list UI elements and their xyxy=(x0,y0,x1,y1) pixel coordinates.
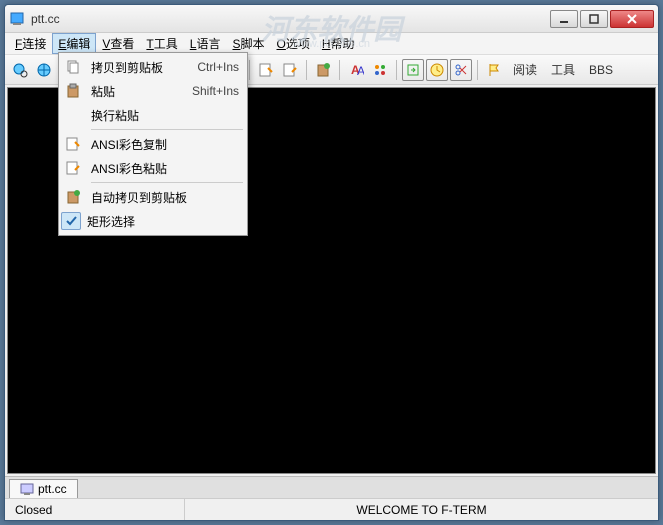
menu-newline-paste[interactable]: 换行粘贴 xyxy=(61,103,245,127)
toolbar-separator xyxy=(477,60,478,80)
toolbar-separator xyxy=(306,60,307,80)
globe-search-icon[interactable] xyxy=(9,59,31,81)
ansi-paste-icon xyxy=(61,157,85,179)
bbs-button[interactable]: BBS xyxy=(583,63,619,77)
svg-text:A: A xyxy=(357,64,364,78)
auto-clipboard-icon[interactable] xyxy=(312,59,334,81)
status-message: WELCOME TO F-TERM xyxy=(185,499,658,520)
close-button[interactable] xyxy=(610,10,654,28)
menu-help[interactable]: H帮助 xyxy=(316,33,361,54)
square-arrow-icon[interactable] xyxy=(402,59,424,81)
menu-edit[interactable]: E编辑 xyxy=(52,33,96,54)
menu-tools[interactable]: T工具 xyxy=(140,33,183,54)
connection-status: Closed xyxy=(5,499,185,520)
menu-separator xyxy=(91,129,243,130)
scissors-icon[interactable] xyxy=(450,59,472,81)
titlebar[interactable]: ptt.cc xyxy=(5,5,658,33)
app-icon xyxy=(9,11,25,27)
paste-icon xyxy=(61,80,85,102)
tabbar: ptt.cc xyxy=(5,476,658,498)
toolbar-separator xyxy=(396,60,397,80)
menu-auto-copy[interactable]: 自动拷贝到剪贴板 xyxy=(61,185,245,209)
globe-icon[interactable] xyxy=(33,59,55,81)
ansi-copy-icon xyxy=(61,133,85,155)
statusbar: Closed WELCOME TO F-TERM xyxy=(5,498,658,520)
gear-dots-icon[interactable] xyxy=(369,59,391,81)
check-icon xyxy=(61,212,81,230)
edit-dropdown: 拷贝到剪贴板 Ctrl+Ins 粘贴 Shift+Ins 换行粘贴 ANSI彩色… xyxy=(58,52,248,236)
menu-paste[interactable]: 粘贴 Shift+Ins xyxy=(61,79,245,103)
copy-icon xyxy=(61,56,85,78)
tools-button[interactable]: 工具 xyxy=(545,61,581,78)
font-icon[interactable]: AA xyxy=(345,59,367,81)
toolbar-separator xyxy=(339,60,340,80)
terminal-icon xyxy=(20,483,34,495)
session-tab[interactable]: ptt.cc xyxy=(9,479,78,498)
maximize-button[interactable] xyxy=(580,10,608,28)
menu-view[interactable]: V查看 xyxy=(96,33,140,54)
flag-icon[interactable] xyxy=(483,59,505,81)
menu-script[interactable]: S脚本 xyxy=(226,33,270,54)
menu-separator xyxy=(91,182,243,183)
menu-ansi-copy[interactable]: ANSI彩色复制 xyxy=(61,132,245,156)
clock-icon[interactable] xyxy=(426,59,448,81)
ansi-paste-icon[interactable] xyxy=(279,59,301,81)
menu-options[interactable]: O选项 xyxy=(271,33,316,54)
ansi-copy-icon[interactable] xyxy=(255,59,277,81)
read-button[interactable]: 阅读 xyxy=(507,61,543,78)
menu-language[interactable]: L语言 xyxy=(184,33,227,54)
tab-label: ptt.cc xyxy=(38,482,67,496)
auto-copy-icon xyxy=(61,186,85,208)
menu-ansi-paste[interactable]: ANSI彩色粘贴 xyxy=(61,156,245,180)
toolbar-separator xyxy=(249,60,250,80)
window-title: ptt.cc xyxy=(31,12,550,26)
minimize-button[interactable] xyxy=(550,10,578,28)
menu-rect-select[interactable]: 矩形选择 xyxy=(61,209,245,233)
menu-connect[interactable]: F连接 xyxy=(9,33,52,54)
menu-copy-clipboard[interactable]: 拷贝到剪贴板 Ctrl+Ins xyxy=(61,55,245,79)
